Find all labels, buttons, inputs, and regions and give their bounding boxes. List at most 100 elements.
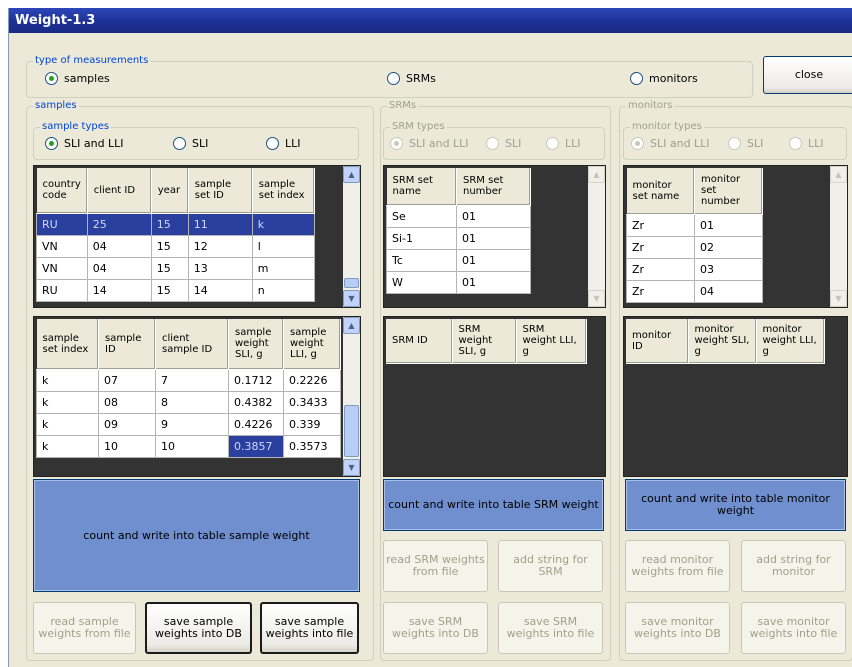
table-cell[interactable]: 08 xyxy=(98,390,156,414)
table-row[interactable]: k 09 9 0.4226 0.339 xyxy=(36,412,341,436)
table-cell[interactable]: 09 xyxy=(98,412,156,436)
table-cell[interactable]: 0.1712 xyxy=(228,368,284,392)
table-cell[interactable]: 11 xyxy=(187,212,253,236)
table-cell[interactable]: 8 xyxy=(155,390,229,414)
radio-monitors[interactable]: monitors xyxy=(630,72,698,85)
column-header[interactable]: year xyxy=(151,168,189,214)
sample-sets-grid[interactable]: country code client ID year sample set I… xyxy=(33,165,361,308)
table-row[interactable]: Si-1 01 xyxy=(386,226,531,250)
srm-weights-grid[interactable]: SRM ID SRM weight SLI, g SRM weight LLI,… xyxy=(383,316,606,477)
table-cell[interactable]: l xyxy=(251,234,315,258)
column-header[interactable]: country code xyxy=(36,168,88,214)
read-srm-weights-button[interactable]: read SRM weights from file xyxy=(383,540,488,592)
radio-monitor-type-sli[interactable]: SLI xyxy=(728,137,763,150)
column-header[interactable]: monitor set number xyxy=(694,168,763,215)
column-header[interactable]: client ID xyxy=(87,168,152,214)
save-monitor-weights-db-button[interactable]: save monitor weights into DB xyxy=(625,602,730,654)
table-row[interactable]: Zr 04 xyxy=(626,279,763,303)
column-header[interactable]: SRM ID xyxy=(386,319,453,364)
scroll-down-arrow-icon[interactable]: ▼ xyxy=(343,459,360,476)
table-cell[interactable]: 02 xyxy=(694,235,763,259)
radio-srms[interactable]: SRMs xyxy=(387,72,436,85)
monitor-sets-scrollbar[interactable]: ▲ ▼ xyxy=(830,166,847,307)
table-cell[interactable]: RU xyxy=(36,212,88,236)
table-cell[interactable]: 0.2226 xyxy=(283,368,341,392)
radio-samples[interactable]: samples xyxy=(45,72,110,85)
table-cell[interactable]: 0.339 xyxy=(283,412,341,436)
column-header[interactable]: client sample ID xyxy=(155,319,229,370)
radio-sample-type-sli[interactable]: SLI xyxy=(173,137,208,150)
radio-monitor-type-sli-lli[interactable]: SLI and LLI xyxy=(631,137,710,150)
table-row[interactable]: Zr 01 xyxy=(626,213,763,237)
column-header[interactable]: sample set ID xyxy=(188,168,253,214)
table-row[interactable]: Tc 01 xyxy=(386,248,531,272)
column-header[interactable]: SRM set name xyxy=(386,168,457,206)
table-cell[interactable]: VN xyxy=(36,234,88,258)
column-header[interactable]: sample set index xyxy=(36,319,99,370)
table-cell[interactable]: W xyxy=(386,270,457,294)
column-header[interactable]: SRM weight SLI, g xyxy=(452,319,517,364)
table-row[interactable]: W 01 xyxy=(386,270,531,294)
table-cell[interactable]: 14 xyxy=(187,278,253,302)
scroll-thumb[interactable] xyxy=(344,278,359,288)
column-header[interactable]: monitor weight LLI, g xyxy=(756,319,825,364)
table-cell[interactable]: 15 xyxy=(150,278,189,302)
table-cell[interactable]: 03 xyxy=(694,257,763,281)
table-cell[interactable]: k xyxy=(36,390,99,414)
table-cell[interactable]: 0.3573 xyxy=(283,434,341,458)
table-cell[interactable]: 14 xyxy=(86,278,152,302)
table-cell[interactable]: 15 xyxy=(150,256,189,280)
column-header[interactable]: sample ID xyxy=(98,319,156,370)
monitor-weights-grid[interactable]: monitor ID monitor weight SLI, g monitor… xyxy=(623,316,848,477)
column-header[interactable]: monitor weight SLI, g xyxy=(688,319,757,364)
table-row[interactable]: Zr 03 xyxy=(626,257,763,281)
table-cell[interactable]: 0.4382 xyxy=(228,390,284,414)
table-cell[interactable]: 01 xyxy=(456,226,531,250)
srm-sets-scrollbar[interactable]: ▲ ▼ xyxy=(588,166,605,307)
samples-scrollbar[interactable]: ▲ ▼ xyxy=(343,317,360,476)
radio-srm-type-sli[interactable]: SLI xyxy=(486,137,521,150)
table-cell-selected[interactable]: 0.3857 xyxy=(228,434,284,458)
table-cell[interactable]: 12 xyxy=(187,234,253,258)
table-cell[interactable]: 04 xyxy=(694,279,763,303)
scroll-down-arrow-icon[interactable]: ▼ xyxy=(830,290,847,307)
table-cell[interactable]: 0.4226 xyxy=(228,412,284,436)
add-srm-string-button[interactable]: add string for SRM xyxy=(498,540,603,592)
table-cell[interactable]: k xyxy=(36,368,99,392)
radio-sample-type-lli[interactable]: LLI xyxy=(266,137,301,150)
save-srm-weights-db-button[interactable]: save SRM weights into DB xyxy=(383,602,488,654)
table-row[interactable]: Se 01 xyxy=(386,204,531,228)
table-cell[interactable]: Zr xyxy=(626,235,695,259)
table-cell[interactable]: 15 xyxy=(150,234,189,258)
save-monitor-weights-file-button[interactable]: save monitor weights into file xyxy=(741,602,846,654)
table-cell[interactable]: 10 xyxy=(155,434,229,458)
column-header[interactable]: monitor ID xyxy=(626,319,689,364)
samples-grid[interactable]: sample set index sample ID client sample… xyxy=(33,316,361,477)
count-monitor-weight-button[interactable]: count and write into table monitor weigh… xyxy=(625,479,846,531)
scroll-up-arrow-icon[interactable]: ▲ xyxy=(343,317,360,334)
radio-srm-type-sli-lli[interactable]: SLI and LLI xyxy=(390,137,469,150)
table-cell[interactable]: 01 xyxy=(694,213,763,237)
table-cell[interactable]: n xyxy=(251,278,315,302)
column-header[interactable]: SRM weight LLI, g xyxy=(516,319,587,364)
radio-srm-type-lli[interactable]: LLI xyxy=(546,137,581,150)
table-cell[interactable]: Se xyxy=(386,204,457,228)
table-row[interactable]: k 07 7 0.1712 0.2226 xyxy=(36,368,341,392)
table-cell[interactable]: Zr xyxy=(626,279,695,303)
column-header[interactable]: sample weight SLI, g xyxy=(228,319,284,370)
scroll-down-arrow-icon[interactable]: ▼ xyxy=(343,290,360,307)
table-cell[interactable]: 7 xyxy=(155,368,229,392)
table-cell[interactable]: 01 xyxy=(456,248,531,272)
table-cell[interactable]: 01 xyxy=(456,270,531,294)
table-cell[interactable]: Si-1 xyxy=(386,226,457,250)
table-row[interactable]: RU 14 15 14 n xyxy=(36,278,315,302)
count-sample-weight-button[interactable]: count and write into table sample weight xyxy=(33,479,360,592)
table-cell[interactable]: 04 xyxy=(86,256,152,280)
table-cell[interactable]: 25 xyxy=(86,212,152,236)
radio-monitor-type-lli[interactable]: LLI xyxy=(789,137,824,150)
srm-sets-grid[interactable]: SRM set name SRM set number Se 01 Si-1 0… xyxy=(383,165,606,308)
scroll-down-arrow-icon[interactable]: ▼ xyxy=(588,290,605,307)
column-header[interactable]: SRM set number xyxy=(456,168,531,206)
column-header[interactable]: monitor set name xyxy=(626,168,695,215)
table-cell[interactable]: 13 xyxy=(187,256,253,280)
